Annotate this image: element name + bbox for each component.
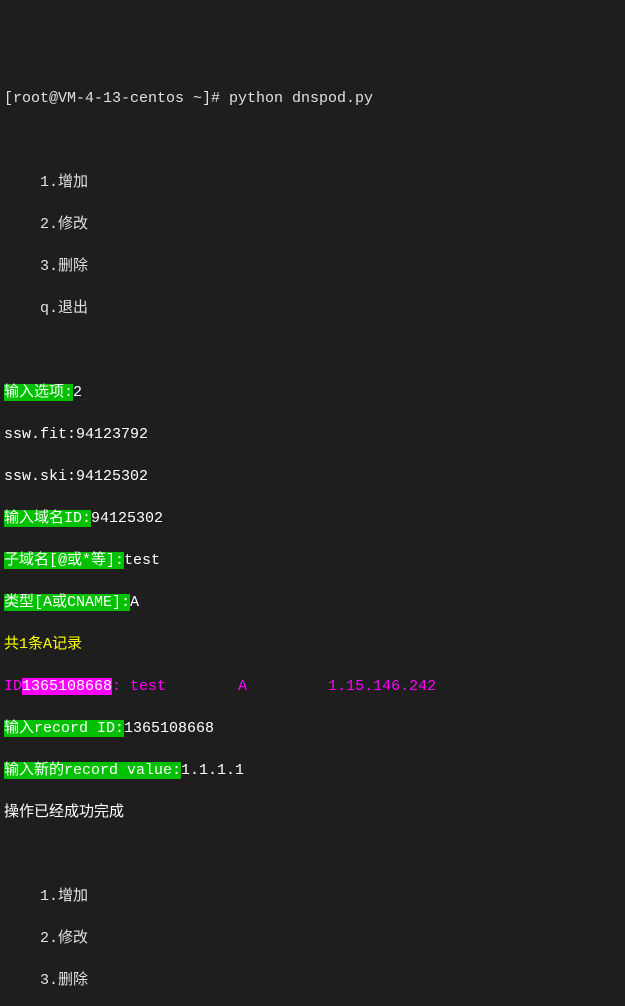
menu-item: q.退出 — [4, 298, 621, 319]
menu-item: 2.修改 — [4, 214, 621, 235]
record-type: A — [238, 678, 247, 695]
domain-id-value: 94125302 — [91, 510, 163, 527]
menu-item: 2.修改 — [4, 928, 621, 949]
input-record-id-line[interactable]: 输入record ID:1365108668 — [4, 718, 621, 739]
blank-line — [4, 844, 621, 865]
success-message: 操作已经成功完成 — [4, 802, 621, 823]
new-value-label: 输入新的record value: — [4, 762, 181, 779]
menu-item: 3.删除 — [4, 256, 621, 277]
record-id-highlight: 1365108668 — [22, 678, 112, 695]
input-option-label: 输入选项: — [4, 384, 73, 401]
domain-list-item: ssw.fit:94123792 — [4, 424, 621, 445]
input-type-line[interactable]: 类型[A或CNAME]:A — [4, 592, 621, 613]
menu-item: 3.删除 — [4, 970, 621, 991]
record-value: 1.15.146.242 — [328, 678, 436, 695]
shell-prompt: [root@VM-4-13-centos ~]# python dnspod.p… — [4, 88, 621, 109]
type-value: A — [130, 594, 139, 611]
input-subdomain-line[interactable]: 子域名[@或*等]:test — [4, 550, 621, 571]
record-id-label: 输入record ID: — [4, 720, 124, 737]
subdomain-label: 子域名[@或*等]: — [4, 552, 124, 569]
type-label: 类型[A或CNAME]: — [4, 594, 130, 611]
menu-item: 1.增加 — [4, 886, 621, 907]
blank-line — [4, 340, 621, 361]
subdomain-value: test — [124, 552, 160, 569]
input-domain-id-line[interactable]: 输入域名ID:94125302 — [4, 508, 621, 529]
input-domain-id-label: 输入域名ID: — [4, 510, 91, 527]
blank-line — [4, 130, 621, 151]
record-name: test — [121, 678, 166, 695]
input-new-value-line[interactable]: 输入新的record value:1.1.1.1 — [4, 760, 621, 781]
input-option-line[interactable]: 输入选项:2 — [4, 382, 621, 403]
menu-item: 1.增加 — [4, 172, 621, 193]
new-value-input: 1.1.1.1 — [181, 762, 244, 779]
record-id-input: 1365108668 — [124, 720, 214, 737]
record-colon: : — [112, 678, 121, 695]
record-count-line: 共1条A记录 — [4, 634, 621, 655]
domain-list-item: ssw.ski:94125302 — [4, 466, 621, 487]
record-row: ID1365108668: test A 1.15.146.242 — [4, 676, 621, 697]
input-option-value: 2 — [73, 384, 82, 401]
id-label: ID — [4, 678, 22, 695]
